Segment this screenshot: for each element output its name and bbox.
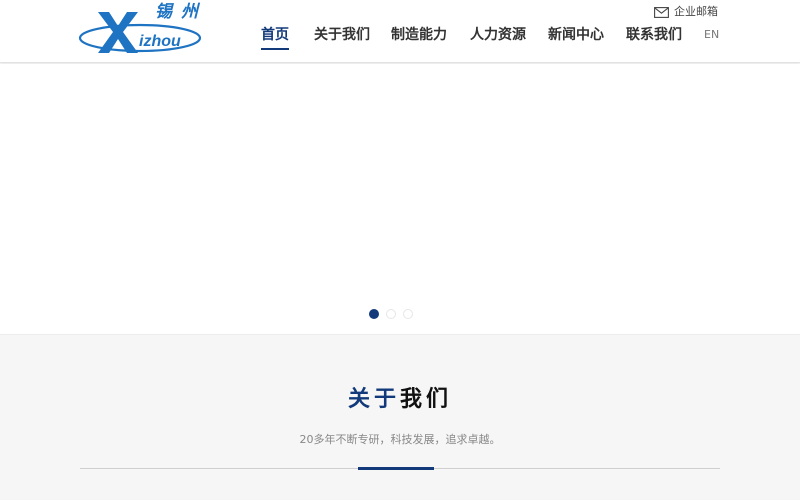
site-header: izhou 锡州 企业邮箱 首页 关于我们 制造能力 人力资源 新闻中心 联系我… — [0, 0, 800, 63]
nav-item-news[interactable]: 新闻中心 — [548, 26, 604, 44]
language-switch-en[interactable]: EN — [704, 28, 719, 42]
nav-item-home[interactable]: 首页 — [261, 26, 289, 50]
nav-label-hr: 人力资源 — [470, 27, 526, 43]
mailbox-label: 企业邮箱 — [674, 5, 718, 18]
nav-label-news: 新闻中心 — [548, 27, 604, 43]
enterprise-mailbox-link[interactable]: 企业邮箱 — [654, 4, 718, 20]
section-title-rest: 我们 — [400, 387, 453, 412]
carousel-dot-2[interactable] — [386, 309, 396, 319]
hero-banner — [0, 64, 800, 335]
nav-label-home: 首页 — [261, 27, 289, 43]
nav-label-contact: 联系我们 — [626, 27, 682, 43]
carousel-pagination — [369, 309, 413, 319]
nav-label-about: 关于我们 — [314, 27, 370, 43]
carousel-dot-3[interactable] — [403, 309, 413, 319]
about-section: 关于我们 20多年不断专研，科技发展，追求卓越。 — [0, 336, 800, 500]
main-nav: 首页 关于我们 制造能力 人力资源 新闻中心 联系我们 EN — [0, 26, 800, 56]
carousel-dot-1[interactable] — [369, 309, 379, 319]
section-title-highlight: 关于 — [347, 387, 400, 412]
nav-item-about[interactable]: 关于我们 — [314, 26, 370, 44]
nav-item-hr[interactable]: 人力资源 — [470, 26, 526, 44]
envelope-icon — [654, 6, 669, 18]
section-subtitle: 20多年不断专研，科技发展，追求卓越。 — [299, 433, 501, 446]
nav-item-manufacturing[interactable]: 制造能力 — [391, 26, 447, 44]
nav-item-contact[interactable]: 联系我们 — [626, 26, 682, 44]
logo-chinese-name: 锡州 — [155, 2, 207, 22]
section-divider-accent — [358, 467, 434, 470]
nav-label-manufacturing: 制造能力 — [391, 27, 447, 43]
nav-active-underline — [261, 48, 289, 50]
section-title: 关于我们 — [0, 386, 800, 414]
